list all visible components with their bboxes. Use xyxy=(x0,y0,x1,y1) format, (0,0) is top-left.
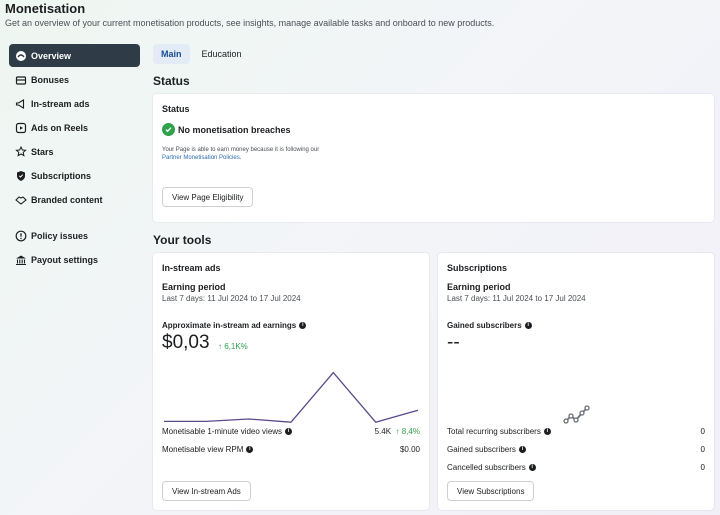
info-icon[interactable]: i xyxy=(285,428,293,435)
gained-row: Gained subscribers i 0 xyxy=(447,445,705,454)
gained-subscribers-value: -- xyxy=(447,332,460,353)
sidebar-item-label: Payout settings xyxy=(31,254,99,265)
status-description-end: . xyxy=(239,155,242,161)
partner-policies-link-text[interactable]: Partner Monetisation Policies xyxy=(162,155,240,161)
sidebar-item-bonuses[interactable]: Bonuses xyxy=(9,68,140,91)
handshake-icon xyxy=(15,194,27,206)
sidebar-item-ads-on-reels[interactable]: Ads on Reels xyxy=(9,116,140,139)
gained-subscribers-label-text: Gained subscribers xyxy=(447,321,522,330)
view-rpm-label: Monetisable view RPM xyxy=(162,445,244,454)
view-instream-ads-button[interactable]: View In-stream Ads xyxy=(162,481,251,501)
sidebar-item-label: Policy issues xyxy=(31,230,89,241)
sidebar-item-overview[interactable]: Overview xyxy=(9,44,140,67)
sidebar-item-label: Branded content xyxy=(31,194,103,205)
alert-icon xyxy=(15,230,27,242)
total-recurring-row: Total recurring subscribers i 0 xyxy=(447,427,705,436)
info-icon[interactable]: i xyxy=(528,464,536,471)
instream-card-title: In-stream ads xyxy=(162,263,221,273)
info-icon[interactable]: i xyxy=(299,322,307,329)
video-views-delta: ↑ 8,4% xyxy=(395,427,420,436)
status-card: Status No monetisation breaches Your Pag… xyxy=(153,94,714,222)
stars-icon xyxy=(15,145,27,158)
status-headline: No monetisation breaches xyxy=(178,124,291,135)
tab-main[interactable]: Main xyxy=(153,44,190,64)
instream-earnings-label: Approximate in-stream ad earnings i xyxy=(162,321,307,330)
page-header: Monetisation Get an overview of your cur… xyxy=(5,1,717,29)
sidebar-item-label: In-stream ads xyxy=(31,98,90,109)
sidebar-item-payout-settings[interactable]: Payout settings xyxy=(9,248,140,271)
info-icon[interactable]: i xyxy=(518,446,526,453)
gained-row-label: Gained subscribers xyxy=(447,445,516,454)
sidebar-item-subscriptions[interactable]: Subscriptions xyxy=(9,164,140,187)
video-views-row: Monetisable 1-minute video views i 5.4K ↑… xyxy=(162,427,420,436)
sidebar-item-branded-content[interactable]: Branded content xyxy=(9,188,140,211)
partner-policies-link[interactable]: Partner Monetisation Policies. xyxy=(162,154,319,162)
reels-icon xyxy=(15,122,27,134)
status-section-title: Status xyxy=(153,74,190,88)
total-recurring-value: 0 xyxy=(700,427,705,436)
total-recurring-label: Total recurring subscribers xyxy=(447,427,541,436)
sidebar-item-label: Subscriptions xyxy=(31,170,92,181)
overview-icon xyxy=(15,50,27,62)
tools-section-title: Your tools xyxy=(153,233,212,247)
page-subtitle: Get an overview of your current monetisa… xyxy=(5,18,495,28)
status-description: Your Page is able to earn money because … xyxy=(162,146,319,162)
sidebar: Overview Bonuses In-stream ads Ads on Re… xyxy=(9,44,140,272)
cancelled-row-label: Cancelled subscribers xyxy=(447,463,526,472)
empty-chart-icon xyxy=(563,405,590,424)
view-rpm-value: $0.00 xyxy=(399,445,420,454)
instream-earnings-value: $0,03 xyxy=(162,332,210,353)
sidebar-item-label: Stars xyxy=(31,146,54,157)
info-icon[interactable]: i xyxy=(246,446,254,453)
bonus-icon xyxy=(15,74,27,86)
page-title: Monetisation xyxy=(5,1,86,16)
sidebar-item-in-stream-ads[interactable]: In-stream ads xyxy=(9,92,140,115)
cancelled-row-value: 0 xyxy=(700,463,705,472)
view-page-eligibility-button[interactable]: View Page Eligibility xyxy=(162,187,254,207)
shield-icon xyxy=(15,170,27,182)
status-description-text: Your Page is able to earn money because … xyxy=(162,147,320,153)
info-icon[interactable]: i xyxy=(543,428,551,435)
sidebar-item-label: Bonuses xyxy=(31,74,70,85)
status-headline-row: No monetisation breaches xyxy=(162,123,291,136)
tab-education[interactable]: Education xyxy=(194,44,250,64)
sidebar-item-stars[interactable]: Stars xyxy=(9,140,140,163)
check-circle-icon xyxy=(162,123,175,136)
earning-period-label: Earning period xyxy=(162,282,226,292)
sidebar-item-label: Ads on Reels xyxy=(31,122,89,133)
gained-subscribers-label: Gained subscribers i xyxy=(447,321,532,330)
view-subscriptions-button[interactable]: View Subscriptions xyxy=(447,481,535,501)
earning-period-value: Last 7 days: 11 Jul 2024 to 17 Jul 2024 xyxy=(447,294,586,303)
status-card-title: Status xyxy=(162,104,190,114)
tab-bar: Main Education xyxy=(153,44,250,64)
earnings-line-chart xyxy=(164,371,419,423)
earning-period-label: Earning period xyxy=(447,282,511,292)
gained-row-value: 0 xyxy=(700,445,705,454)
video-views-value: 5.4K xyxy=(374,427,392,436)
info-icon[interactable]: i xyxy=(524,322,532,329)
subscriptions-card-title: Subscriptions xyxy=(447,263,508,273)
subscriptions-card: Subscriptions Earning period Last 7 days… xyxy=(438,253,714,510)
bank-icon xyxy=(15,254,27,266)
view-rpm-row: Monetisable view RPM i $0.00 xyxy=(162,445,420,454)
instream-earnings-label-text: Approximate in-stream ad earnings xyxy=(162,321,297,330)
instream-earnings-delta: ↑ 6,1K% xyxy=(218,342,248,351)
sidebar-item-policy-issues[interactable]: Policy issues xyxy=(9,224,140,247)
megaphone-icon xyxy=(15,98,27,110)
earnings-series-line xyxy=(164,371,419,423)
cancelled-row: Cancelled subscribers i 0 xyxy=(447,463,705,472)
sidebar-item-label: Overview xyxy=(31,50,72,61)
video-views-label: Monetisable 1-minute video views xyxy=(162,427,283,436)
earning-period-value: Last 7 days: 11 Jul 2024 to 17 Jul 2024 xyxy=(162,294,301,303)
instream-ads-card: In-stream ads Earning period Last 7 days… xyxy=(153,253,429,510)
